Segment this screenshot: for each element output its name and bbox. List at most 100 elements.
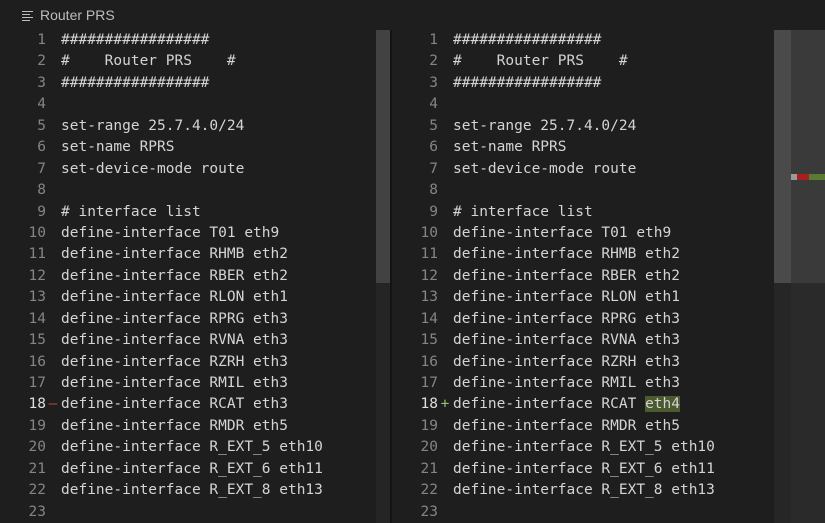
line-number: 2 xyxy=(37,53,46,70)
line-number: 7 xyxy=(37,160,46,177)
line-number: 12 xyxy=(28,267,46,284)
line-text: # interface list xyxy=(61,203,201,220)
line-text: define-interface RBER eth2 xyxy=(453,267,680,284)
line-text: define-interface RZRH eth3 xyxy=(453,353,680,370)
modified-scrollbar-thumb[interactable] xyxy=(774,30,791,283)
line-number: 3 xyxy=(37,74,46,91)
line-number: 14 xyxy=(420,310,438,327)
line-text: define-interface R_EXT_6 eth11 xyxy=(453,460,715,477)
line-text: define-interface RZRH eth3 xyxy=(61,353,288,370)
line-text: define-interface RMDR eth5 xyxy=(61,417,288,434)
line-number: 18 xyxy=(28,396,46,413)
line-number: 15 xyxy=(420,332,438,349)
line-text: define-interface RLON eth1 xyxy=(61,289,288,306)
line-number: 5 xyxy=(37,117,46,134)
line-number: 16 xyxy=(28,353,46,370)
overview-deletion-marker xyxy=(797,174,809,180)
original-scrollbar[interactable] xyxy=(376,30,390,523)
line-number: 23 xyxy=(420,503,438,520)
line-text: define-interface RMDR eth5 xyxy=(453,417,680,434)
line-text: ################# xyxy=(61,74,210,91)
line-number: 7 xyxy=(429,160,438,177)
line-number: 19 xyxy=(420,417,438,434)
line-text: # Router PRS # xyxy=(61,53,236,70)
line-text: set-name RPRS xyxy=(61,139,175,156)
line-text: define-interface RHMB eth2 xyxy=(61,246,288,263)
overview-viewport[interactable] xyxy=(791,30,825,283)
line-number: 21 xyxy=(28,460,46,477)
line-text: define-interface RBER eth2 xyxy=(61,267,288,284)
line-number: 9 xyxy=(37,203,46,220)
line-text: define-interface RHMB eth2 xyxy=(453,246,680,263)
line-number: 17 xyxy=(420,375,438,391)
line-text: ################# xyxy=(453,74,602,91)
line-text: set-name RPRS xyxy=(453,139,567,156)
line-number: 8 xyxy=(37,182,46,199)
line-text: set-range 25.7.4.0/24 xyxy=(61,117,245,134)
line-number: 6 xyxy=(429,139,438,156)
line-text: define-interface RMIL eth3 xyxy=(61,375,288,391)
line-text: set-device-mode route xyxy=(61,160,245,177)
line-text-unchanged: define-interface RCAT xyxy=(453,396,646,413)
line-text: define-interface RPRG eth3 xyxy=(453,310,680,327)
line-number: 21 xyxy=(420,460,438,477)
line-number: 20 xyxy=(28,439,46,456)
line-number: 2 xyxy=(429,53,438,70)
line-number: 17 xyxy=(28,375,46,391)
line-text: define-interface R_EXT_6 eth11 xyxy=(61,460,323,477)
deletion-marker-icon: — xyxy=(48,396,58,413)
diff-overview-ruler[interactable] xyxy=(791,30,825,523)
line-text: define-interface RCAT eth3 xyxy=(61,396,288,413)
line-number: 6 xyxy=(37,139,46,156)
menu-lines-icon xyxy=(22,10,34,21)
line-number: 12 xyxy=(420,267,438,284)
line-text: set-device-mode route xyxy=(453,160,637,177)
line-number: 18 xyxy=(420,396,438,413)
line-number: 13 xyxy=(28,289,46,306)
line-number: 10 xyxy=(420,224,438,241)
line-number: 20 xyxy=(420,439,438,456)
line-number: 11 xyxy=(28,246,46,263)
line-text: define-interface R_EXT_5 eth10 xyxy=(61,439,323,456)
line-text: # interface list xyxy=(453,203,593,220)
line-text: ################# xyxy=(61,32,210,48)
breadcrumb-title: Router PRS xyxy=(40,7,115,23)
insertion-marker-icon: + xyxy=(440,396,450,413)
line-number: 4 xyxy=(37,96,46,113)
overview-insertion-marker xyxy=(809,174,825,180)
line-text: define-interface RPRG eth3 xyxy=(61,310,288,327)
modified-editor-pane[interactable]: 1 ################# 2 # Router PRS # 3 ######… xyxy=(392,30,775,523)
line-number: 13 xyxy=(420,289,438,306)
breadcrumb[interactable]: Router PRS xyxy=(0,0,825,30)
line-number: 8 xyxy=(429,182,438,199)
line-text: define-interface R_EXT_8 eth13 xyxy=(453,482,715,499)
line-number: 1 xyxy=(429,32,438,48)
line-text: define-interface R_EXT_8 eth13 xyxy=(61,482,323,499)
line-text: define-interface RMIL eth3 xyxy=(453,375,680,391)
line-text: define-interface R_EXT_5 eth10 xyxy=(453,439,715,456)
line-text: define-interface RVNA eth3 xyxy=(453,332,680,349)
line-number: 4 xyxy=(429,96,438,113)
modified-scrollbar[interactable] xyxy=(774,30,791,523)
line-number: 1 xyxy=(37,32,46,48)
line-number: 19 xyxy=(28,417,46,434)
line-number: 11 xyxy=(420,246,438,263)
original-editor-pane[interactable]: 1 ################# 2 # Router PRS # 3 ######… xyxy=(0,30,392,523)
line-number: 3 xyxy=(429,74,438,91)
line-number: 15 xyxy=(28,332,46,349)
changed-word: eth4 xyxy=(645,396,680,413)
line-text: define-interface T01 eth9 xyxy=(61,224,280,241)
line-number: 14 xyxy=(28,310,46,327)
line-text: ################# xyxy=(453,32,602,48)
line-text: define-interface T01 eth9 xyxy=(453,224,672,241)
line-number: 5 xyxy=(429,117,438,134)
line-text: define-interface RCAT eth4 xyxy=(453,394,680,415)
line-number: 22 xyxy=(28,482,46,499)
line-number: 22 xyxy=(420,482,438,499)
line-text: # Router PRS # xyxy=(453,53,628,70)
line-text: define-interface RLON eth1 xyxy=(453,289,680,306)
line-text: set-range 25.7.4.0/24 xyxy=(453,117,637,134)
line-number: 10 xyxy=(28,224,46,241)
original-scrollbar-thumb[interactable] xyxy=(376,30,390,283)
line-number: 16 xyxy=(420,353,438,370)
